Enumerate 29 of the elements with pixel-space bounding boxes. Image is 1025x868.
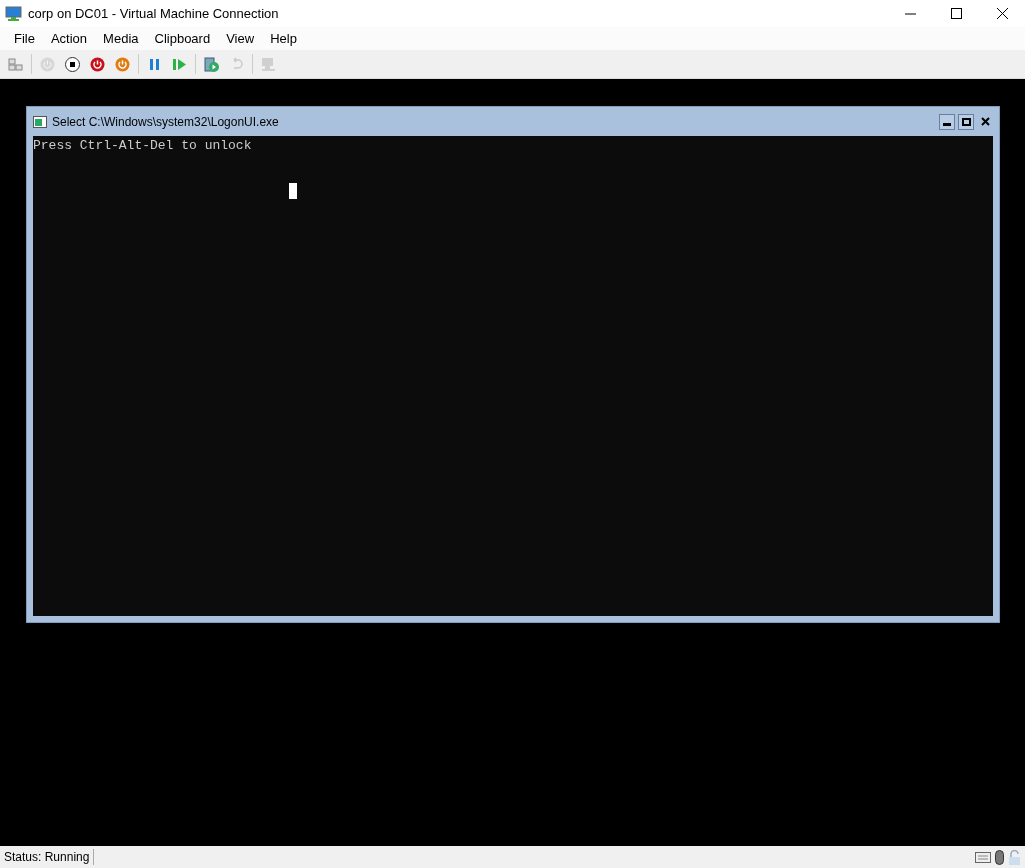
menu-item[interactable]: Clipboard bbox=[146, 31, 219, 46]
menu-item[interactable]: File bbox=[6, 31, 43, 46]
close-icon bbox=[980, 117, 990, 126]
padlock-icon bbox=[1008, 849, 1021, 865]
power-icon bbox=[89, 55, 106, 73]
keys-icon bbox=[7, 55, 24, 73]
stop-icon bbox=[64, 55, 81, 73]
minimize-button[interactable] bbox=[939, 113, 955, 130]
close-icon bbox=[996, 8, 1008, 19]
console-text: Press Ctrl-Alt-Del to unlock bbox=[33, 138, 253, 154]
maximize-icon bbox=[961, 117, 971, 126]
checkpoint-icon bbox=[203, 55, 220, 73]
mouse-icon bbox=[995, 849, 1004, 865]
menu-item[interactable]: Media bbox=[95, 31, 147, 46]
console-title: Select C:\Windows\system32\LogonUI.exe bbox=[52, 114, 280, 129]
maximize-button[interactable] bbox=[958, 113, 974, 130]
text-cursor bbox=[289, 183, 297, 199]
menu-item[interactable]: View bbox=[218, 31, 263, 46]
menu-item[interactable]: Help bbox=[262, 31, 305, 46]
status-text: Status: Running bbox=[0, 849, 95, 865]
monitor-icon bbox=[260, 55, 277, 73]
monitor-icon bbox=[5, 5, 22, 22]
console-icon bbox=[33, 115, 47, 128]
menu-item[interactable]: Action bbox=[42, 31, 96, 46]
window-title: corp on DC01 - Virtual Machine Connection bbox=[28, 6, 280, 21]
keyboard-icon bbox=[975, 851, 991, 863]
power-icon bbox=[114, 55, 131, 73]
power-icon bbox=[39, 55, 56, 73]
maximize-icon bbox=[950, 8, 962, 19]
